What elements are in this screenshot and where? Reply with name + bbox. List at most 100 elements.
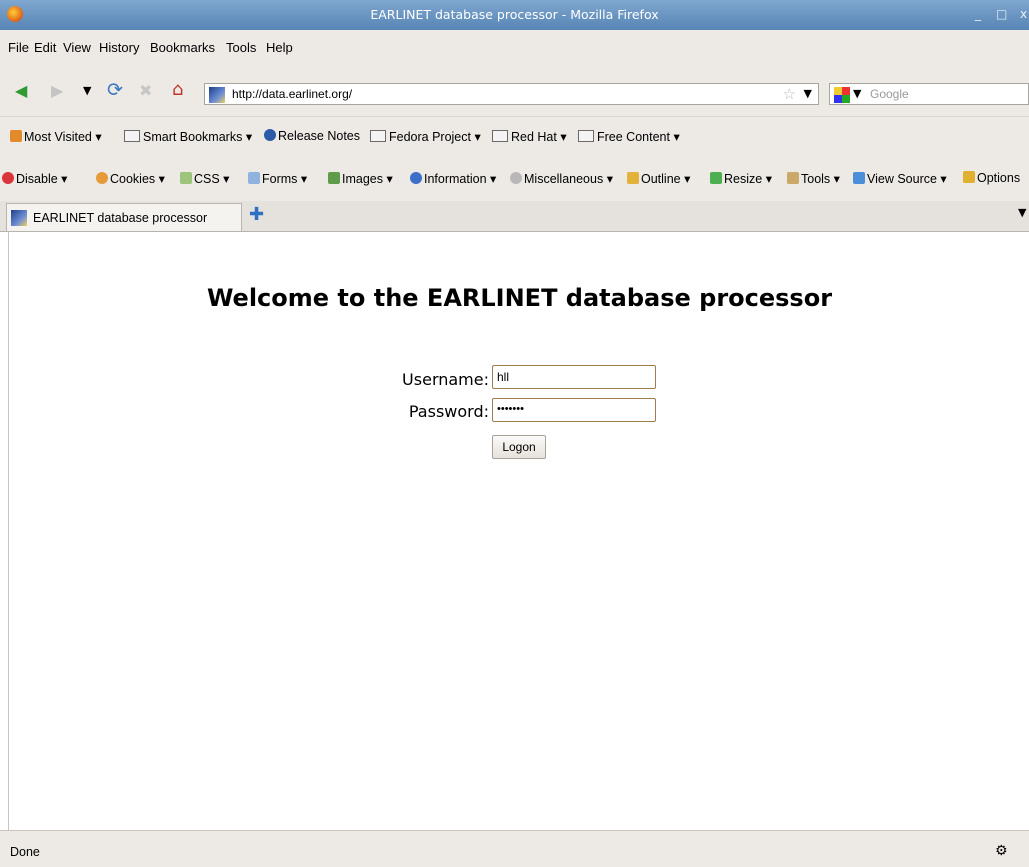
dev-outline[interactable]: Outline ▾	[627, 171, 690, 186]
dev-label: CSS	[194, 172, 220, 186]
back-icon[interactable]: ◀	[15, 81, 27, 101]
password-label: Password:	[408, 402, 489, 421]
bookmark-label: Smart Bookmarks	[143, 130, 243, 144]
menu-history[interactable]: History	[99, 40, 139, 55]
bookmark-red-hat[interactable]: Red Hat ▾	[492, 129, 567, 144]
menu-tools[interactable]: Tools	[226, 40, 256, 55]
dev-label: Images	[342, 172, 383, 186]
disable-icon	[2, 172, 14, 184]
password-input[interactable]: •••••••	[492, 398, 656, 422]
dev-information[interactable]: Information ▾	[410, 171, 496, 186]
forward-icon[interactable]: ▶	[51, 81, 63, 101]
bookmark-smart-bookmarks[interactable]: Smart Bookmarks ▾	[124, 129, 252, 144]
tab-label: EARLINET database processor	[33, 211, 208, 225]
dev-disable[interactable]: Disable ▾	[2, 171, 67, 186]
dev-label: View Source	[867, 172, 937, 186]
dev-label: Resize	[724, 172, 763, 186]
window-title: EARLINET database processor - Mozilla Fi…	[370, 7, 659, 22]
view-source-icon	[853, 172, 865, 184]
close-icon[interactable]: x	[1020, 7, 1027, 21]
username-input[interactable]	[492, 365, 656, 389]
css-icon	[180, 172, 192, 184]
page-heading: Welcome to the EARLINET database process…	[206, 284, 833, 312]
dev-options[interactable]: Options	[963, 171, 1020, 185]
bookmark-label: Most Visited	[24, 130, 92, 144]
logon-button[interactable]: Logon	[492, 435, 546, 459]
tab-favicon-icon	[11, 210, 27, 226]
search-engine-dropdown-icon[interactable]: ▼	[853, 87, 861, 100]
dev-label: Miscellaneous	[524, 172, 604, 186]
miscellaneous-icon	[510, 172, 522, 184]
minimize-icon[interactable]: _	[975, 7, 981, 21]
bookmark-fedora-project[interactable]: Fedora Project ▾	[370, 129, 481, 144]
menu-edit[interactable]: Edit	[34, 40, 56, 55]
bookmark-label: Free Content	[597, 130, 670, 144]
tab-earlinet[interactable]: EARLINET database processor	[6, 203, 242, 231]
dev-label: Cookies	[110, 172, 156, 186]
dev-miscellaneous[interactable]: Miscellaneous ▾	[510, 171, 613, 186]
home-icon[interactable]: ⌂	[172, 80, 183, 100]
menu-help[interactable]: Help	[266, 40, 293, 55]
information-icon	[410, 172, 422, 184]
maximize-icon[interactable]: □	[996, 7, 1007, 21]
resize-icon	[710, 172, 722, 184]
status-icon: ⚙	[995, 843, 1008, 859]
dev-resize[interactable]: Resize ▾	[710, 171, 772, 186]
dev-view-source[interactable]: View Source ▾	[853, 171, 947, 186]
window-title-bar: EARLINET database processor - Mozilla Fi…	[0, 0, 1029, 30]
dev-label: Tools	[801, 172, 831, 186]
url-dropdown-icon[interactable]: ▼	[804, 87, 812, 100]
site-favicon-icon	[209, 87, 225, 103]
menu-file[interactable]: File	[8, 40, 29, 55]
dev-tools[interactable]: Tools ▾	[787, 171, 840, 186]
stop-icon[interactable]: ✖	[139, 81, 152, 101]
search-placeholder[interactable]: Google	[870, 87, 909, 101]
dev-images[interactable]: Images ▾	[328, 171, 393, 186]
status-bar: Done ⚙	[0, 830, 1029, 867]
bookmark-label: Fedora Project	[389, 130, 471, 144]
bookmark-star-icon[interactable]: ☆	[783, 85, 796, 103]
web-developer-toolbar: Disable ▾ Cookies ▾ CSS ▾ Forms ▾ Images…	[0, 157, 1029, 201]
search-engine-icon[interactable]	[834, 87, 850, 103]
cookies-icon	[96, 172, 108, 184]
dev-cookies[interactable]: Cookies ▾	[96, 171, 165, 186]
dev-label: Disable	[16, 172, 58, 186]
dev-label: Options	[977, 171, 1021, 185]
dev-forms[interactable]: Forms ▾	[248, 171, 307, 186]
reload-icon[interactable]: ⟳	[107, 80, 123, 100]
status-text: Done	[10, 845, 40, 859]
most-visited-icon	[10, 130, 22, 142]
bookmark-most-visited[interactable]: Most Visited ▾	[10, 129, 102, 144]
bookmark-release-notes[interactable]: Release Notes	[264, 129, 360, 143]
search-bar[interactable]: ▼ Google	[829, 83, 1029, 105]
menu-view[interactable]: View	[63, 40, 91, 55]
options-icon	[963, 171, 975, 183]
folder-icon	[370, 130, 386, 142]
dev-label: Forms	[262, 172, 298, 186]
folder-icon	[124, 130, 140, 142]
bookmarks-toolbar: Most Visited ▾ Smart Bookmarks ▾ Release…	[0, 117, 1029, 157]
tools-icon	[787, 172, 799, 184]
bookmark-free-content[interactable]: Free Content ▾	[578, 129, 680, 144]
url-text[interactable]: http://data.earlinet.org/	[232, 87, 352, 101]
folder-icon	[578, 130, 594, 142]
username-label: Username:	[402, 370, 489, 389]
list-all-tabs-icon[interactable]: ▼	[1018, 206, 1026, 219]
history-dropdown-icon[interactable]: ▼	[83, 81, 91, 101]
url-bar[interactable]: http://data.earlinet.org/ ☆ ▼	[204, 83, 819, 105]
outline-icon	[627, 172, 639, 184]
dev-label: Information	[424, 172, 487, 186]
forms-icon	[248, 172, 260, 184]
new-tab-icon[interactable]: ✚	[249, 204, 264, 225]
fedora-icon	[264, 129, 276, 141]
menu-bookmarks[interactable]: Bookmarks	[150, 40, 215, 55]
images-icon	[328, 172, 340, 184]
bookmark-label: Release Notes	[278, 129, 360, 143]
bookmark-label: Red Hat	[511, 130, 557, 144]
folder-icon	[492, 130, 508, 142]
menu-bar: File Edit View History Bookmarks Tools H…	[0, 30, 1029, 70]
dev-label: Outline	[641, 172, 681, 186]
page-content: Welcome to the EARLINET database process…	[8, 232, 1029, 830]
tab-bar: EARLINET database processor	[0, 201, 1029, 232]
dev-css[interactable]: CSS ▾	[180, 171, 229, 186]
